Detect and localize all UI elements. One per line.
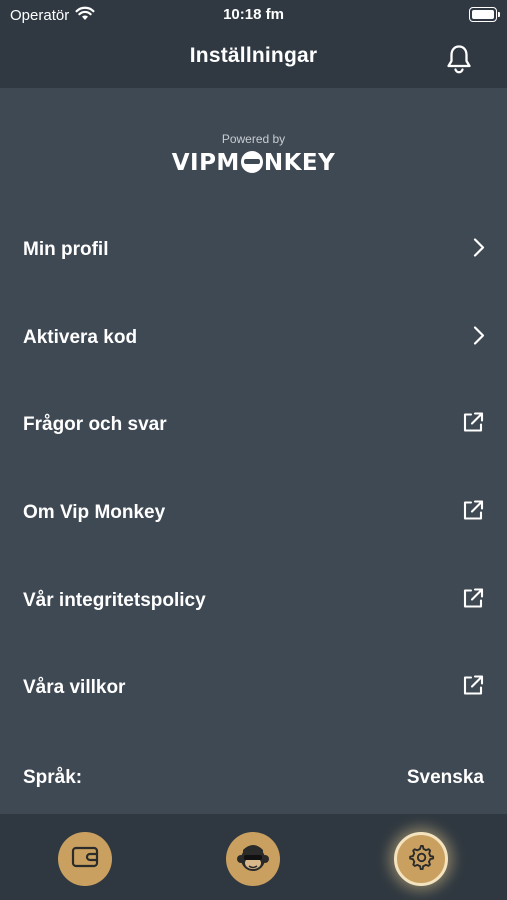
menu-item-villkor[interactable]: Våra villkor <box>0 644 507 732</box>
wallet-icon <box>71 845 99 874</box>
powered-by-text: Powered by <box>221 132 286 146</box>
tab-settings[interactable] <box>394 832 448 886</box>
monkey-logo-mark <box>240 151 263 173</box>
menu-item-min-profil[interactable]: Min profil <box>0 206 507 294</box>
external-link-icon <box>461 411 485 440</box>
language-selector[interactable]: Svenska <box>407 767 484 789</box>
external-link-icon <box>461 586 485 615</box>
tab-monkey[interactable] <box>226 832 280 886</box>
bell-icon[interactable] <box>445 44 473 74</box>
menu-item-label: Frågor och svar <box>23 414 167 436</box>
menu-item-label: Våra villkor <box>23 677 126 699</box>
tab-wallet[interactable] <box>58 832 112 886</box>
chevron-right-icon <box>473 325 485 350</box>
menu-item-label: Vår integritetspolicy <box>23 589 206 611</box>
chevron-right-icon <box>473 237 485 262</box>
top-bar: Operatör 10:18 fm Inställningar <box>0 0 507 88</box>
settings-menu: Min profil Aktivera kod Frågor och svar … <box>0 206 507 732</box>
external-link-icon <box>461 674 485 703</box>
status-bar: Operatör 10:18 fm <box>0 0 507 32</box>
language-row: Språk: Svenska <box>0 748 507 808</box>
external-link-icon <box>461 498 485 527</box>
battery-icon <box>469 7 500 22</box>
tab-bar <box>0 814 507 900</box>
menu-item-om-vip-monkey[interactable]: Om Vip Monkey <box>0 469 507 557</box>
vipmonkey-logo: VIPM NKEY <box>171 150 336 176</box>
menu-item-fragor-och-svar[interactable]: Frågor och svar <box>0 381 507 469</box>
language-label: Språk: <box>23 767 83 788</box>
status-time: 10:18 fm <box>223 6 284 23</box>
menu-item-label: Min profil <box>23 238 109 260</box>
menu-item-label: Om Vip Monkey <box>23 501 166 523</box>
menu-item-label: Aktivera kod <box>23 326 138 348</box>
page-title: Inställningar <box>189 44 318 67</box>
monkey-avatar-icon <box>234 838 272 881</box>
gear-icon <box>407 843 435 876</box>
menu-item-integritetspolicy[interactable]: Vår integritetspolicy <box>0 557 507 645</box>
menu-item-aktivera-kod[interactable]: Aktivera kod <box>0 294 507 382</box>
